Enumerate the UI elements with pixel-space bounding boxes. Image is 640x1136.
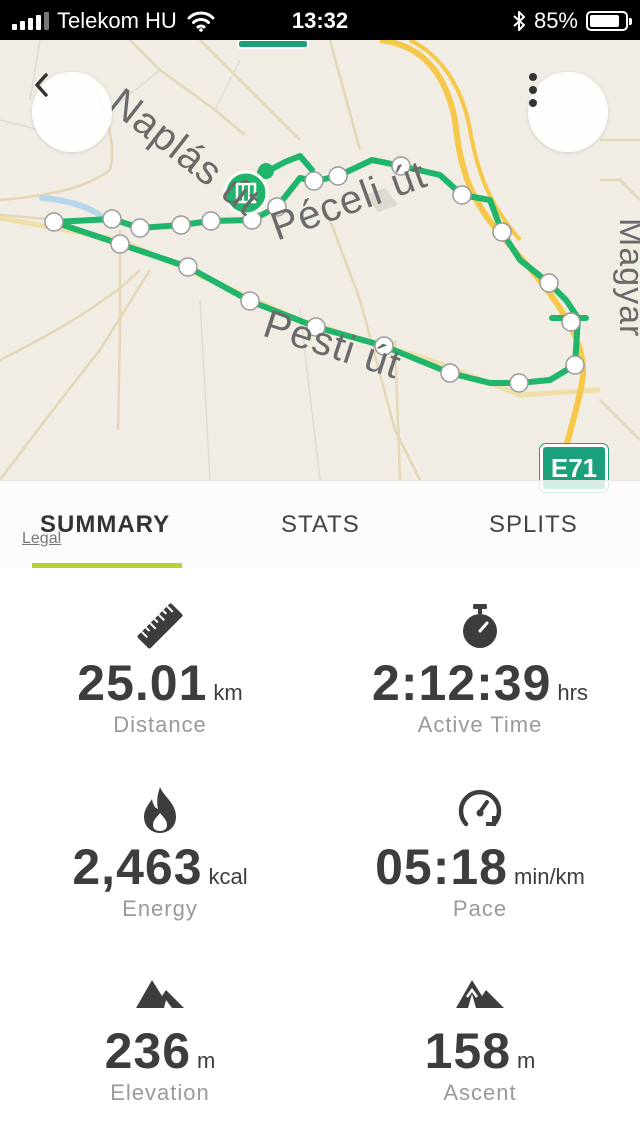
pace-unit: min/km <box>514 864 585 889</box>
distance-label: Distance <box>113 712 207 737</box>
distance-unit: km <box>213 680 243 705</box>
more-options-button[interactable] <box>528 72 608 152</box>
tab-stats[interactable]: STATS <box>281 511 360 539</box>
map-label-magyar: Magyar <box>612 218 640 338</box>
highway-label: E71 <box>550 453 598 483</box>
stat-pace: 05:18 min/km Pace <box>320 784 640 922</box>
energy-label: Energy <box>122 896 198 921</box>
back-button[interactable] <box>32 72 112 152</box>
speedometer-icon <box>458 789 502 827</box>
status-bar: Telekom HU 13:32 85% <box>0 0 640 40</box>
mountain-icon <box>136 980 184 1008</box>
stat-distance: 25.01 km Distance <box>0 600 320 738</box>
bluetooth-icon <box>513 11 525 31</box>
stat-active-time: 2:12:39 hrs Active Time <box>320 600 640 738</box>
active-time-unit: hrs <box>557 680 588 705</box>
pace-label: Pace <box>452 896 508 921</box>
flame-icon <box>144 787 176 833</box>
summary-stats: 25.01 km Distance 2:12:39 hrs Active Time … <box>0 568 640 1136</box>
stat-elevation: 236 m Elevation <box>0 968 320 1106</box>
stopwatch-icon <box>463 604 497 648</box>
energy-unit: kcal <box>208 864 248 889</box>
ruler-icon <box>137 603 183 649</box>
battery-percent: 85% <box>533 8 578 33</box>
energy-value: 2,463 <box>72 839 203 895</box>
legal-link[interactable]: Legal <box>22 530 61 548</box>
distance-value: 25.01 <box>77 655 208 711</box>
elevation-value: 236 <box>104 1023 192 1079</box>
ascent-unit: m <box>517 1048 536 1073</box>
stat-ascent: 158 m Ascent <box>320 968 640 1106</box>
chevron-left-icon <box>35 73 48 97</box>
ascent-label: Ascent <box>443 1080 517 1105</box>
tab-splits[interactable]: SPLITS <box>489 511 578 539</box>
tab-bar: SUMMARY STATS SPLITS <box>0 480 640 569</box>
stat-energy: 2,463 kcal Energy <box>0 784 320 922</box>
elevation-label: Elevation <box>110 1080 210 1105</box>
mountain-ascent-icon <box>456 980 504 1008</box>
ascent-value: 158 <box>424 1023 512 1079</box>
pace-value: 05:18 <box>375 839 508 895</box>
active-time-label: Active Time <box>417 712 543 737</box>
active-time-value: 2:12:39 <box>372 655 552 711</box>
battery-icon <box>586 11 632 31</box>
elevation-unit: m <box>197 1048 216 1073</box>
more-vertical-icon <box>529 73 537 107</box>
